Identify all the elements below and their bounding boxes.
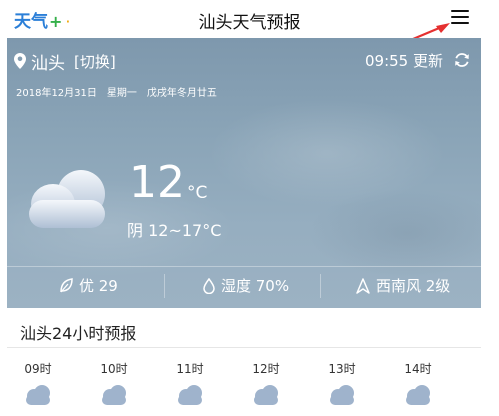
forecast-hour: 11时	[176, 362, 204, 376]
cloud-icon	[178, 385, 202, 405]
cloud-icon	[406, 385, 430, 405]
cloud-icon	[330, 385, 354, 405]
divider	[7, 347, 481, 348]
forecast-title: 汕头24小时预报	[20, 324, 137, 343]
wind-icon	[356, 277, 370, 294]
forecast-hour: 12时	[252, 362, 280, 376]
date-line: 2018年12月31日 星期一 戊戌年冬月廿五	[16, 88, 217, 99]
wind: 西南风 2级	[356, 275, 450, 296]
cloud-icon	[29, 170, 105, 228]
current-temperature: 12	[129, 157, 185, 208]
air-quality: 优 29	[59, 275, 118, 296]
divider	[7, 266, 481, 267]
divider	[320, 274, 321, 298]
humidity-value: 湿度 70%	[221, 277, 290, 295]
cloud-icon	[254, 385, 278, 405]
top-bar: 天气 + · 汕头天气预报	[0, 0, 499, 38]
forecast-hour: 10时	[100, 362, 128, 376]
current-weather-panel: 汕头 [切换] 2018年12月31日 星期一 戊戌年冬月廿五 09:55 更新…	[7, 38, 481, 308]
water-drop-icon	[203, 277, 215, 294]
wind-value: 西南风 2级	[376, 277, 451, 295]
divider	[164, 274, 165, 298]
menu-icon[interactable]	[451, 10, 469, 26]
air-quality-value: 优 29	[79, 277, 118, 295]
cloud-icon	[102, 385, 126, 405]
humidity: 湿度 70%	[203, 275, 289, 296]
cloud-icon	[26, 385, 50, 405]
forecast-hour: 13时	[328, 362, 356, 376]
refresh-icon[interactable]	[454, 52, 470, 68]
temperature-unit: °C	[187, 183, 208, 203]
page-title: 汕头天气预报	[198, 13, 301, 33]
forecast-hour: 14时	[404, 362, 432, 376]
location-pin-icon	[14, 53, 26, 69]
forecast-hour: 09时	[24, 362, 52, 376]
condition-range: 阴 12~17°C	[127, 221, 222, 240]
leaf-icon	[60, 277, 73, 292]
update-time: 09:55 更新	[365, 52, 443, 70]
city-name: 汕头	[31, 54, 65, 74]
switch-city-link[interactable]: [切换]	[74, 51, 116, 72]
